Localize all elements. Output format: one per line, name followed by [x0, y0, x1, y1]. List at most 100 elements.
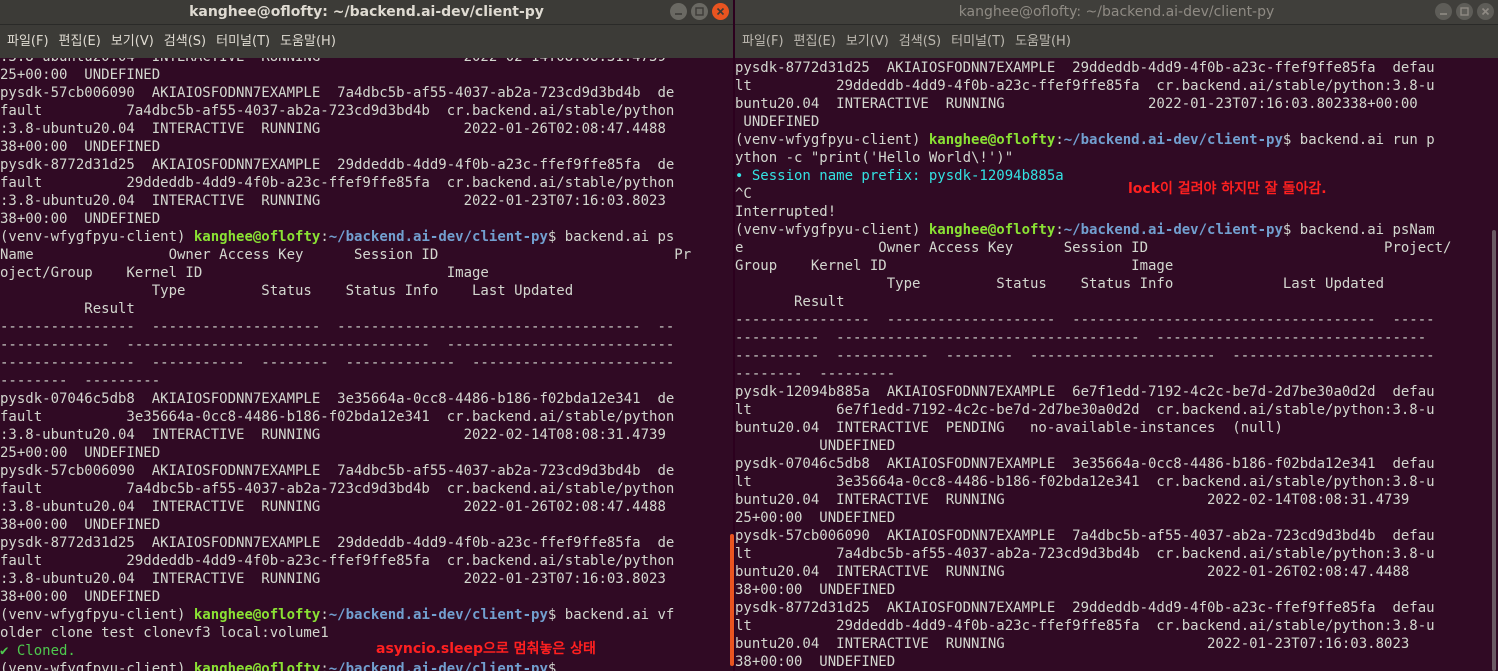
terminal-line: pysdk-07046c5db8 AKIAIOSFODNN7EXAMPLE 3e…: [0, 391, 675, 407]
annotation-right: lock이 걸려야 하지만 잘 돌아감.: [1128, 181, 1327, 197]
maximize-icon[interactable]: [691, 3, 708, 20]
terminal-output-right[interactable]: pysdk-8772d31d25 AKIAIOSFODNN7EXAMPLE 29…: [735, 58, 1498, 671]
terminal-line: pysdk-57cb006090 AKIAIOSFODNN7EXAMPLE 7a…: [735, 528, 1435, 544]
menu-edit[interactable]: 편집(E): [789, 25, 841, 58]
terminal-line: 38+00:00 UNDEFINED: [0, 517, 161, 533]
terminal-window-right[interactable]: kanghee@oflofty: ~/backend.ai-dev/client…: [735, 0, 1498, 671]
menu-terminal[interactable]: 터미널(T): [211, 25, 275, 58]
terminal-line: pysdk-57cb006090 AKIAIOSFODNN7EXAMPLE 7a…: [0, 85, 675, 101]
maximize-icon[interactable]: [1456, 3, 1473, 20]
minimize-icon[interactable]: [1435, 3, 1452, 20]
terminal-line: (venv-wfygfpyu-client) kanghee@oflofty:~…: [735, 222, 1435, 238]
terminal-line: ---------- -----------------------------…: [735, 330, 1427, 346]
title-bar-right[interactable]: kanghee@oflofty: ~/backend.ai-dev/client…: [735, 0, 1498, 25]
terminal-line: buntu20.04 INTERACTIVE RUNNING 2022-01-2…: [735, 96, 1418, 112]
terminal-line: Interrupted!: [735, 204, 837, 220]
menu-file[interactable]: 파일(F): [737, 25, 789, 58]
terminal-line: pysdk-8772d31d25 AKIAIOSFODNN7EXAMPLE 29…: [735, 600, 1435, 616]
terminal-line: ^C: [735, 186, 752, 202]
terminal-line: 38+00:00 UNDEFINED: [0, 139, 161, 155]
terminal-line: (venv-wfygfpyu-client) kanghee@oflofty:~…: [0, 661, 565, 671]
terminal-line: ✔ Cloned.: [0, 643, 76, 659]
terminal-line: ---------------- -------------------- --…: [0, 319, 675, 335]
terminal-line: fault 29ddeddb-4dd9-4f0b-a23c-ffef9ffe85…: [0, 553, 675, 569]
terminal-line: pysdk-8772d31d25 AKIAIOSFODNN7EXAMPLE 29…: [0, 157, 675, 173]
terminal-line: (venv-wfygfpyu-client) kanghee@oflofty:~…: [0, 229, 675, 245]
terminal-line: Group Kernel ID Image: [735, 258, 1174, 274]
terminal-line: buntu20.04 INTERACTIVE PENDING no-availa…: [735, 420, 1283, 436]
terminal-line: UNDEFINED: [735, 114, 820, 130]
menu-search[interactable]: 검색(S): [894, 25, 946, 58]
terminal-line: -------- ---------: [735, 366, 896, 382]
menu-bar-left: 파일(F) 편집(E) 보기(V) 검색(S) 터미널(T) 도움말(H): [0, 25, 733, 58]
terminal-line: Name Owner Access Key Session ID Pr: [0, 247, 692, 263]
menu-view[interactable]: 보기(V): [106, 25, 159, 58]
scrollbar-left[interactable]: [730, 534, 734, 666]
terminal-line: pysdk-8772d31d25 AKIAIOSFODNN7EXAMPLE 29…: [735, 60, 1435, 76]
terminal-line: :3.8-ubuntu20.04 INTERACTIVE RUNNING 202…: [0, 58, 733, 66]
terminal-line: :3.8-ubuntu20.04 INTERACTIVE RUNNING 202…: [0, 499, 666, 515]
terminal-line: fault 29ddeddb-4dd9-4f0b-a23c-ffef9ffe85…: [0, 175, 675, 191]
terminal-line: lt 6e7f1edd-7192-4c2c-be7d-2d7be30a0d2d …: [735, 402, 1435, 418]
terminal-line: ∙ Session name prefix: pysdk-12094b885a: [735, 168, 1064, 184]
menu-search[interactable]: 검색(S): [159, 25, 211, 58]
terminal-line: (venv-wfygfpyu-client) kanghee@oflofty:~…: [735, 132, 1435, 148]
terminal-line: :3.8-ubuntu20.04 INTERACTIVE RUNNING 202…: [0, 427, 666, 443]
menu-edit[interactable]: 편집(E): [54, 25, 106, 58]
terminal-line: lt 29ddeddb-4dd9-4f0b-a23c-ffef9ffe85fa …: [735, 78, 1435, 94]
window-controls-left: [670, 3, 729, 20]
terminal-line: oject/Group Kernel ID Image: [0, 265, 489, 281]
terminal-line: 25+00:00 UNDEFINED: [0, 67, 161, 83]
menu-help[interactable]: 도움말(H): [1010, 25, 1076, 58]
window-title-left: kanghee@oflofty: ~/backend.ai-dev/client…: [189, 4, 544, 20]
terminal-line: 38+00:00 UNDEFINED: [0, 589, 161, 605]
terminal-output-left[interactable]: :3.8-ubuntu20.04 INTERACTIVE RUNNING 202…: [0, 58, 733, 671]
window-title-right: kanghee@oflofty: ~/backend.ai-dev/client…: [958, 4, 1275, 20]
terminal-line: -------- ---------: [0, 373, 161, 389]
terminal-line: 38+00:00 UNDEFINED: [735, 582, 896, 598]
scrollbar-right[interactable]: [1492, 230, 1496, 671]
terminal-line: pysdk-57cb006090 AKIAIOSFODNN7EXAMPLE 7a…: [0, 463, 675, 479]
terminal-line: pysdk-8772d31d25 AKIAIOSFODNN7EXAMPLE 29…: [0, 535, 675, 551]
terminal-line: fault 3e35664a-0cc8-4486-b186-f02bda12e3…: [0, 409, 675, 425]
terminal-line: buntu20.04 INTERACTIVE RUNNING 2022-01-2…: [735, 564, 1410, 580]
terminal-window-left[interactable]: kanghee@oflofty: ~/backend.ai-dev/client…: [0, 0, 733, 671]
menu-terminal[interactable]: 터미널(T): [946, 25, 1010, 58]
terminal-lines-left: :3.8-ubuntu20.04 INTERACTIVE RUNNING 202…: [0, 58, 733, 671]
terminal-line: e Owner Access Key Session ID Project/: [735, 240, 1452, 256]
close-icon[interactable]: [1477, 3, 1494, 20]
terminal-line: Type Status Status Info Last Updated: [0, 283, 574, 299]
terminal-line: :3.8-ubuntu20.04 INTERACTIVE RUNNING 202…: [0, 193, 666, 209]
terminal-line: UNDEFINED: [735, 438, 896, 454]
terminal-line: (venv-wfygfpyu-client) kanghee@oflofty:~…: [0, 607, 675, 623]
terminal-line: pysdk-07046c5db8 AKIAIOSFODNN7EXAMPLE 3e…: [735, 456, 1435, 472]
terminal-line: :3.8-ubuntu20.04 INTERACTIVE RUNNING 202…: [0, 121, 666, 137]
terminal-line: ---------- ----------- -------- --------…: [735, 348, 1435, 364]
terminal-lines-right: pysdk-8772d31d25 AKIAIOSFODNN7EXAMPLE 29…: [735, 59, 1498, 671]
terminal-line: fault 7a4dbc5b-af55-4037-ab2a-723cd9d3bd…: [0, 103, 675, 119]
terminal-line: pysdk-12094b885a AKIAIOSFODNN7EXAMPLE 6e…: [735, 384, 1435, 400]
terminal-line: buntu20.04 INTERACTIVE RUNNING 2022-01-2…: [735, 636, 1410, 652]
annotation-left: asyncio.sleep으로 멈춰놓은 상태: [376, 641, 596, 657]
terminal-line: ---------------- ----------- -------- --…: [0, 355, 675, 371]
terminal-line: Type Status Status Info Last Updated: [735, 276, 1385, 292]
close-icon[interactable]: [712, 3, 729, 20]
terminal-line: lt 29ddeddb-4dd9-4f0b-a23c-ffef9ffe85fa …: [735, 618, 1435, 634]
window-controls-right: [1435, 3, 1494, 20]
terminal-line: ython -c "print('Hello World\!')": [735, 150, 1014, 166]
terminal-line: :3.8-ubuntu20.04 INTERACTIVE RUNNING 202…: [0, 571, 666, 587]
title-bar-left[interactable]: kanghee@oflofty: ~/backend.ai-dev/client…: [0, 0, 733, 25]
menu-help[interactable]: 도움말(H): [275, 25, 341, 58]
terminal-line: older clone test clonevf3 local:volume1: [0, 625, 329, 641]
terminal-line: 25+00:00 UNDEFINED: [0, 445, 161, 461]
terminal-line: 38+00:00 UNDEFINED: [735, 654, 896, 670]
terminal-line: 38+00:00 UNDEFINED: [0, 211, 161, 227]
terminal-line: buntu20.04 INTERACTIVE RUNNING 2022-02-1…: [735, 492, 1410, 508]
menu-view[interactable]: 보기(V): [841, 25, 894, 58]
terminal-line: Result: [735, 294, 845, 310]
menu-file[interactable]: 파일(F): [2, 25, 54, 58]
terminal-line: 25+00:00 UNDEFINED: [735, 510, 896, 526]
terminal-line: lt 7a4dbc5b-af55-4037-ab2a-723cd9d3bd4b …: [735, 546, 1435, 562]
terminal-line: fault 7a4dbc5b-af55-4037-ab2a-723cd9d3bd…: [0, 481, 675, 497]
minimize-icon[interactable]: [670, 3, 687, 20]
